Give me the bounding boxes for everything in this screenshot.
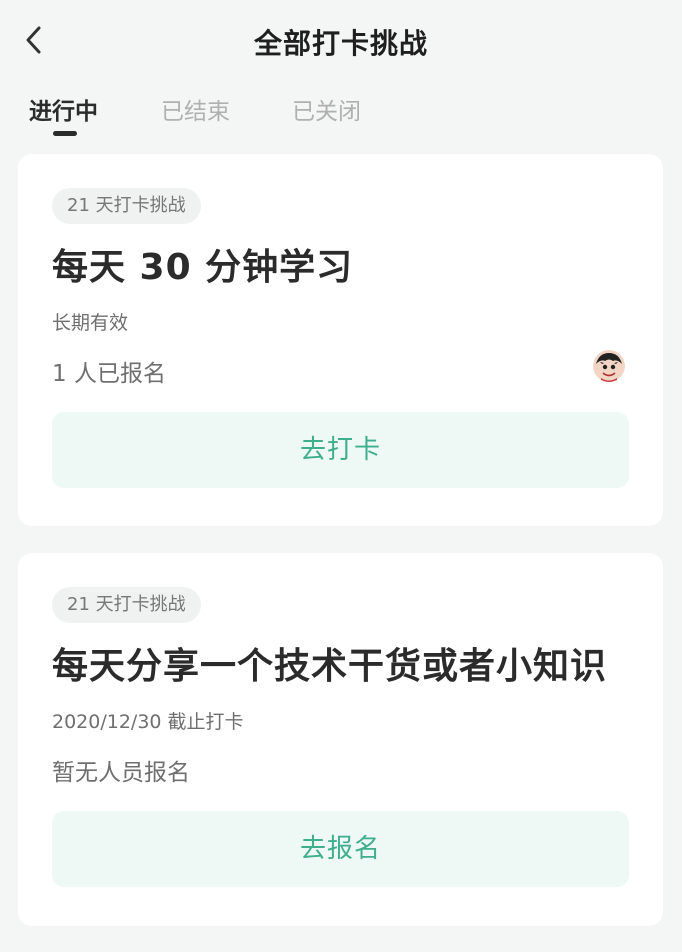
- challenge-card: 21 天打卡挑战 每天分享一个技术干货或者小知识 2020/12/30 截止打卡…: [18, 553, 663, 926]
- challenge-type-badge: 21 天打卡挑战: [52, 587, 201, 623]
- challenge-validity: 长期有效: [52, 312, 129, 334]
- signup-count: 暂无人员报名: [52, 760, 190, 786]
- tab-in-progress[interactable]: 进行中: [29, 92, 98, 126]
- participant-avatar[interactable]: [593, 350, 625, 382]
- challenge-title: 每天 30 分钟学习: [52, 247, 354, 288]
- tab-closed[interactable]: 已关闭: [292, 92, 361, 126]
- app-header: 全部打卡挑战: [0, 0, 682, 82]
- active-tab-indicator: [53, 131, 77, 136]
- challenge-card: 21 天打卡挑战 每天 30 分钟学习 长期有效 1 人已报名 去打卡: [18, 154, 663, 526]
- challenge-title: 每天分享一个技术干货或者小知识: [52, 646, 608, 687]
- tab-bar: 进行中 已结束 已关闭: [0, 88, 682, 140]
- challenge-type-badge: 21 天打卡挑战: [52, 188, 201, 224]
- signup-count: 1 人已报名: [52, 361, 166, 387]
- sign-up-button[interactable]: 去报名: [52, 811, 629, 887]
- challenge-deadline: 2020/12/30 截止打卡: [52, 711, 244, 733]
- page-title: 全部打卡挑战: [253, 27, 428, 60]
- check-in-button[interactable]: 去打卡: [52, 412, 629, 488]
- tab-ended[interactable]: 已结束: [161, 92, 230, 126]
